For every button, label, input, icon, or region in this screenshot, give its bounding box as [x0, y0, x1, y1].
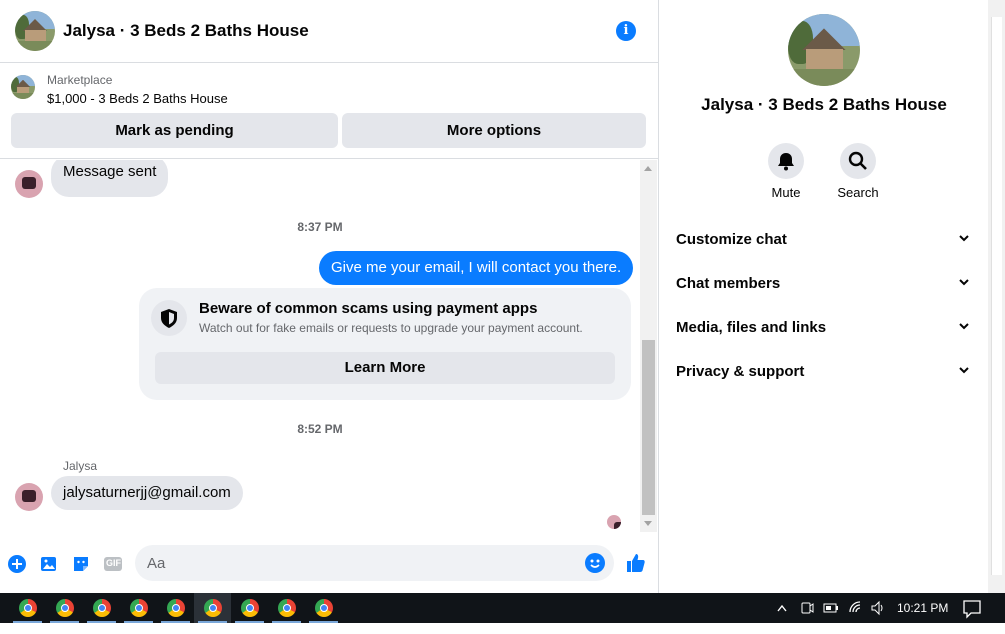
photo-icon[interactable]	[39, 554, 59, 574]
emoji-icon[interactable]	[585, 553, 605, 573]
message-list: Message sent 8:37 PM Give me your email,…	[0, 160, 640, 532]
customize-chat-row[interactable]: Customize chat	[676, 218, 976, 262]
chat-header: Jalysa · 3 Beds 2 Baths House i	[0, 0, 658, 63]
more-options-button[interactable]: More options	[342, 113, 646, 148]
chrome-icon	[167, 599, 185, 617]
mute-label: Mute	[771, 185, 801, 200]
taskbar: 10:21 PM	[0, 593, 1005, 623]
thumbs-up-icon[interactable]	[625, 552, 647, 574]
chevron-down-icon	[959, 367, 969, 374]
chrome-taskbar-button[interactable]	[305, 593, 342, 623]
sticker-icon[interactable]	[71, 554, 91, 574]
chevron-down-icon	[959, 323, 969, 330]
message-bubble-outgoing[interactable]: Give me your email, I will contact you t…	[319, 251, 634, 285]
plus-icon[interactable]	[7, 554, 27, 574]
timestamp: 8:52 PM	[297, 422, 343, 436]
notification-icon[interactable]	[962, 593, 982, 623]
meet-now-icon[interactable]	[800, 593, 814, 623]
row-label: Media, files and links	[676, 319, 827, 336]
learn-more-button[interactable]: Learn More	[155, 352, 615, 384]
chrome-taskbar-button[interactable]	[83, 593, 120, 623]
message-input-box[interactable]	[135, 545, 614, 581]
sender-avatar[interactable]	[15, 483, 43, 511]
mark-as-pending-button[interactable]: Mark as pending	[11, 113, 338, 148]
marketplace-banner: Marketplace $1,000 - 3 Beds 2 Baths Hous…	[0, 64, 658, 159]
messenger-window: Jalysa · 3 Beds 2 Baths House i Marketpl…	[0, 0, 1005, 593]
chrome-taskbar-button[interactable]	[268, 593, 305, 623]
chrome-icon	[130, 599, 148, 617]
gif-label: GIF	[106, 558, 121, 568]
row-label: Privacy & support	[676, 363, 805, 380]
chrome-taskbar-button[interactable]	[46, 593, 83, 623]
listing-avatar[interactable]	[15, 11, 55, 51]
mute-button[interactable]: Mute	[756, 143, 816, 200]
search-button[interactable]: Search	[828, 143, 888, 200]
gif-icon[interactable]: GIF	[103, 554, 123, 574]
search-label: Search	[837, 185, 879, 200]
seen-receipt-avatar	[607, 515, 621, 529]
scroll-up-arrow[interactable]	[644, 166, 652, 171]
composer: GIF	[0, 540, 658, 588]
chat-members-row[interactable]: Chat members	[676, 262, 976, 306]
chrome-icon	[204, 599, 222, 617]
row-label: Chat members	[676, 275, 781, 292]
info-icon[interactable]: i	[616, 21, 636, 41]
chrome-taskbar-button[interactable]	[120, 593, 157, 623]
chrome-icon	[93, 599, 111, 617]
scam-warning-card: Beware of common scams using payment app…	[139, 288, 631, 400]
timestamp: 8:37 PM	[297, 220, 343, 234]
chrome-taskbar-button[interactable]	[157, 593, 194, 623]
clock-time[interactable]: 10:21 PM	[897, 593, 948, 623]
message-bubble-incoming[interactable]: Message sent	[51, 160, 169, 197]
profile-title: Jalysa · 3 Beds 2 Baths House	[701, 95, 947, 114]
battery-icon[interactable]	[822, 593, 840, 623]
shield-icon	[151, 300, 187, 336]
marketplace-label: Marketplace	[47, 73, 113, 87]
media-files-links-row[interactable]: Media, files and links	[676, 306, 976, 350]
message-bubble-incoming[interactable]: jalysaturnerjj@gmail.com	[51, 476, 243, 510]
chrome-icon	[241, 599, 259, 617]
chat-pane: Jalysa · 3 Beds 2 Baths House i Marketpl…	[0, 0, 659, 593]
conversation-title[interactable]: Jalysa · 3 Beds 2 Baths House	[63, 21, 309, 41]
listing-thumbnail[interactable]	[11, 75, 35, 99]
scam-warning-title: Beware of common scams using payment app…	[199, 300, 538, 317]
page-scrollbar[interactable]	[988, 0, 1005, 593]
wifi-icon[interactable]	[848, 593, 864, 623]
message-input[interactable]	[147, 545, 577, 581]
sender-name: Jalysa	[63, 459, 98, 473]
scam-warning-subtitle: Watch out for fake emails or requests to…	[199, 321, 583, 335]
privacy-support-row[interactable]: Privacy & support	[676, 350, 976, 394]
profile-avatar[interactable]	[788, 14, 860, 86]
chevron-down-icon	[959, 279, 969, 286]
conversation-details-pane: Jalysa · 3 Beds 2 Baths House Mute Searc…	[660, 0, 988, 593]
chrome-icon	[278, 599, 296, 617]
chrome-taskbar-button-active[interactable]	[194, 593, 231, 623]
search-icon[interactable]	[840, 143, 876, 179]
page-scroll-thumb[interactable]	[991, 17, 1002, 575]
tray-chevron-up-icon[interactable]	[776, 593, 788, 623]
chrome-icon	[56, 599, 74, 617]
message-scrollbar[interactable]	[640, 160, 657, 532]
listing-price-title[interactable]: $1,000 - 3 Beds 2 Baths House	[47, 91, 228, 106]
scroll-down-arrow[interactable]	[644, 521, 652, 526]
chevron-down-icon	[959, 235, 969, 242]
volume-icon[interactable]	[870, 593, 886, 623]
chrome-taskbar-button[interactable]	[9, 593, 46, 623]
bell-icon[interactable]	[768, 143, 804, 179]
sender-avatar[interactable]	[15, 170, 43, 198]
scroll-thumb[interactable]	[642, 340, 655, 515]
chrome-icon	[315, 599, 333, 617]
row-label: Customize chat	[676, 231, 787, 248]
chrome-icon	[19, 599, 37, 617]
chrome-taskbar-button[interactable]	[231, 593, 268, 623]
